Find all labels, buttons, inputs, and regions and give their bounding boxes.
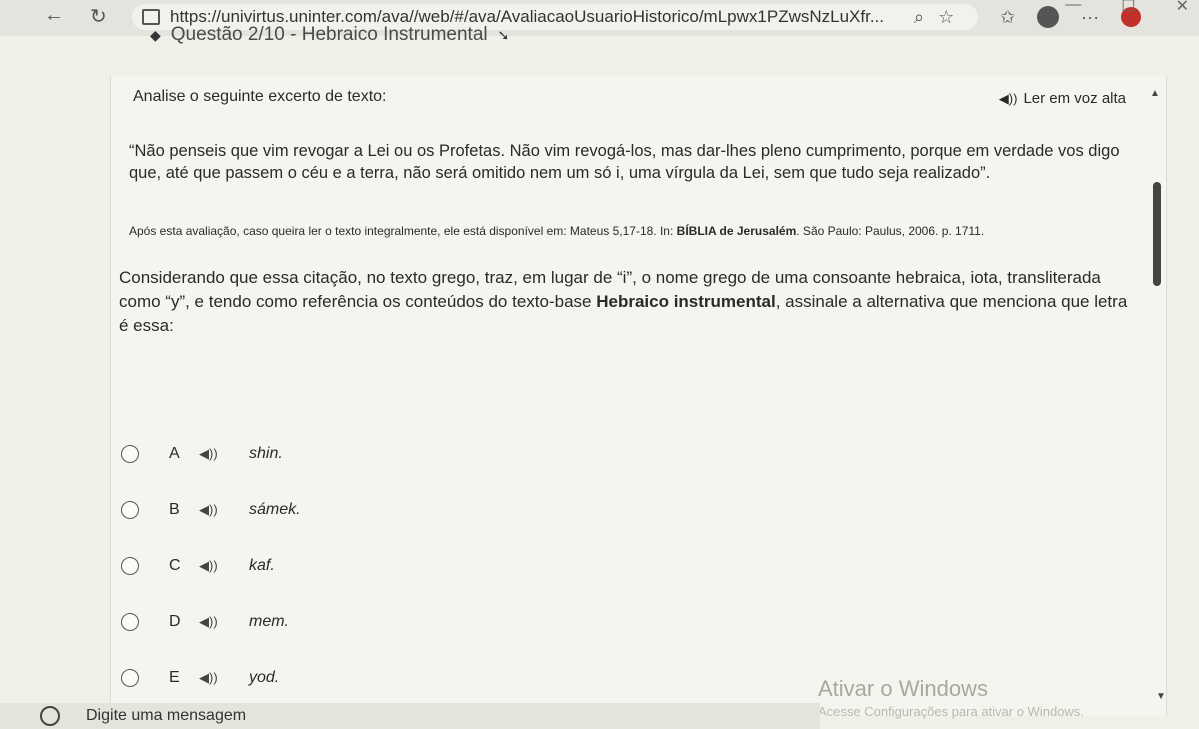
window-controls: — ☐ ✕ [1065, 0, 1189, 16]
radio-button[interactable] [121, 669, 139, 687]
chat-bar [0, 703, 820, 729]
speaker-icon: ◀)) [998, 90, 1018, 106]
radio-button[interactable] [121, 557, 139, 575]
close-icon[interactable]: ✕ [1176, 0, 1189, 16]
option-b[interactable]: B ◀)) sámek. [121, 482, 301, 538]
page-title: Questão 2/10 - Hebraico Instrumental [170, 24, 488, 45]
chat-message-input[interactable] [84, 706, 588, 726]
reference-suffix: . São Paulo: Paulus, 2006. p. 1711. [796, 224, 985, 238]
page: ◆ Questão 2/10 - Hebraico Instrumental ➘… [0, 24, 1199, 729]
quote-text: “Não penseis que vim revogar a Lei ou os… [129, 142, 1120, 182]
read-aloud-label: Ler em voz alta [1023, 90, 1126, 107]
profile-avatar-icon[interactable] [1037, 6, 1060, 28]
windows-activation-title: Ativar o Windows [818, 676, 988, 701]
scroll-down-icon[interactable]: ▼ [1156, 691, 1166, 702]
question-header: ◆ Questão 2/10 - Hebraico Instrumental ➘ [150, 24, 509, 46]
option-letter: C [169, 557, 181, 574]
dropdown-arrow-icon[interactable]: ➘ [498, 27, 510, 44]
scrollbar[interactable] [1152, 86, 1164, 706]
emoji-icon[interactable] [40, 706, 60, 726]
caret-icon[interactable]: ◆ [150, 27, 161, 44]
option-a[interactable]: A ◀)) shin. [121, 426, 301, 482]
scrollbar-thumb[interactable] [1153, 182, 1161, 286]
option-letter: A [169, 445, 180, 462]
prompt-label: Analise o seguinte excerto de texto: [133, 88, 387, 105]
option-text: mem. [249, 613, 289, 630]
speaker-icon[interactable]: ◀)) [199, 502, 249, 518]
search-icon[interactable]: ⌕ [914, 7, 924, 28]
reference-text: Após esta avaliação, caso queira ler o t… [129, 224, 1139, 238]
option-d[interactable]: D ◀)) mem. [121, 594, 301, 650]
option-letter: E [169, 669, 180, 686]
favorite-star-icon[interactable]: ☆ [938, 7, 954, 28]
back-icon[interactable]: ← [44, 4, 64, 27]
reference-prefix: Após esta avaliação, caso queira ler o t… [129, 224, 677, 238]
radio-button[interactable] [121, 613, 139, 631]
maximize-icon[interactable]: ☐ [1121, 0, 1135, 16]
radio-button[interactable] [121, 445, 139, 463]
refresh-icon[interactable]: ↻ [90, 4, 107, 29]
windows-activation-subtitle: Acesse Configurações para ativar o Windo… [818, 704, 1084, 719]
answer-options: A ◀)) shin. B ◀)) sámek. C ◀)) kaf. D ◀)… [121, 426, 301, 706]
scroll-up-icon[interactable]: ▲ [1150, 88, 1160, 99]
speaker-icon[interactable]: ◀)) [199, 446, 249, 462]
collections-icon[interactable]: ✩ [1000, 7, 1015, 28]
question-text: Considerando que essa citação, no texto … [119, 266, 1129, 338]
question-bold: Hebraico instrumental [596, 292, 776, 311]
option-e[interactable]: E ◀)) yod. [121, 650, 301, 706]
option-text: kaf. [249, 557, 275, 574]
question-panel: Analise o seguinte excerto de texto: ◀))… [110, 76, 1167, 716]
speaker-icon[interactable]: ◀)) [199, 670, 249, 686]
option-letter: D [169, 613, 181, 630]
speaker-icon[interactable]: ◀)) [199, 614, 249, 630]
speaker-icon[interactable]: ◀)) [199, 558, 249, 574]
reference-bold: BÍBLIA de Jerusalém [676, 224, 797, 238]
option-text: shin. [249, 445, 283, 462]
option-c[interactable]: C ◀)) kaf. [121, 538, 301, 594]
lock-icon[interactable] [142, 9, 160, 25]
option-letter: B [169, 501, 180, 518]
option-text: yod. [249, 669, 280, 686]
option-text: sámek. [249, 501, 301, 518]
radio-button[interactable] [121, 501, 139, 519]
minimize-icon[interactable]: — [1065, 0, 1081, 16]
read-aloud-button[interactable]: ◀)) Ler em voz alta [999, 90, 1126, 107]
